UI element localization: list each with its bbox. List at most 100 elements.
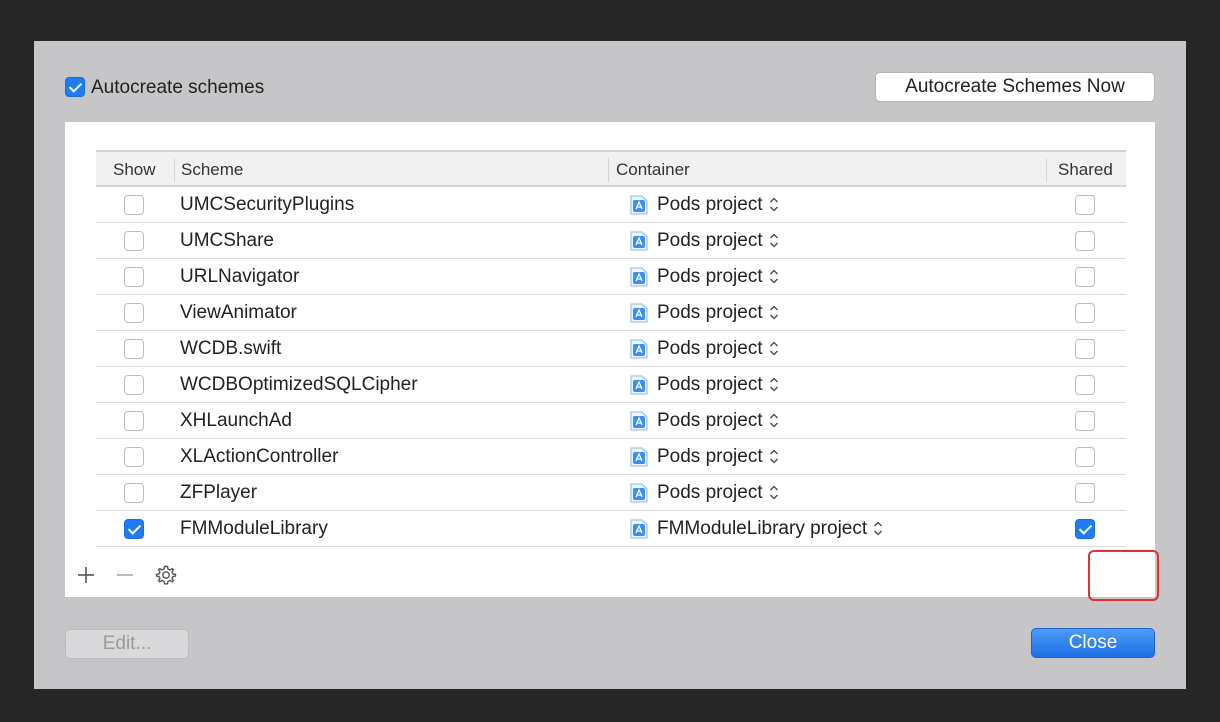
column-header-scheme[interactable]: Scheme (181, 160, 243, 180)
gear-icon[interactable] (155, 564, 177, 586)
container-label: Pods project (657, 410, 763, 431)
shared-checkbox[interactable] (1075, 483, 1095, 503)
container-label: Pods project (657, 374, 763, 395)
container-popup[interactable]: Pods project (630, 482, 780, 504)
xcode-project-icon (630, 447, 648, 467)
container-label: Pods project (657, 338, 763, 359)
chevron-up-down-icon (769, 305, 778, 320)
show-checkbox[interactable] (124, 303, 144, 323)
show-checkbox[interactable] (124, 339, 144, 359)
table-row[interactable]: UMCShare Pods project (96, 223, 1126, 259)
column-separator (174, 158, 175, 182)
table-row[interactable]: WCDBOptimizedSQLCipher Pods project (96, 367, 1126, 403)
xcode-project-icon (630, 519, 648, 539)
show-checkbox[interactable] (124, 267, 144, 287)
container-label: Pods project (657, 446, 763, 467)
container-popup[interactable]: Pods project (630, 194, 780, 216)
column-header-container[interactable]: Container (616, 160, 690, 180)
autocreate-schemes-now-button[interactable]: Autocreate Schemes Now (875, 72, 1155, 102)
container-label: Pods project (657, 194, 763, 215)
chevron-up-down-icon (874, 521, 883, 536)
edit-button[interactable]: Edit... (65, 629, 189, 659)
scheme-name: WCDBOptimizedSQLCipher (180, 374, 418, 395)
show-checkbox[interactable] (124, 411, 144, 431)
scheme-name: ViewAnimator (180, 302, 297, 323)
container-popup[interactable]: Pods project (630, 410, 780, 432)
chevron-up-down-icon (769, 377, 778, 392)
show-checkbox[interactable] (124, 231, 144, 251)
show-checkbox[interactable] (124, 447, 144, 467)
container-popup[interactable]: Pods project (630, 338, 780, 360)
container-popup[interactable]: Pods project (630, 446, 780, 468)
column-separator (1046, 158, 1047, 182)
scheme-name: XHLaunchAd (180, 410, 292, 431)
container-popup[interactable]: Pods project (630, 230, 780, 252)
show-checkbox[interactable] (124, 195, 144, 215)
container-label: Pods project (657, 302, 763, 323)
scheme-name: URLNavigator (180, 266, 300, 287)
shared-checkbox[interactable] (1075, 375, 1095, 395)
column-header-shared[interactable]: Shared (1058, 160, 1113, 180)
container-label: Pods project (657, 482, 763, 503)
xcode-project-icon (630, 231, 648, 251)
chevron-up-down-icon (769, 233, 778, 248)
chevron-up-down-icon (769, 197, 778, 212)
shared-checkbox[interactable] (1075, 267, 1095, 287)
show-checkbox[interactable] (124, 483, 144, 503)
shared-checkbox[interactable] (1075, 519, 1095, 539)
xcode-project-icon (630, 339, 648, 359)
column-separator (608, 158, 609, 182)
column-header-show[interactable]: Show (113, 160, 156, 180)
schemes-table: Show Scheme Container Shared UMCSecurity… (96, 150, 1126, 550)
container-label: Pods project (657, 266, 763, 287)
table-row[interactable]: XHLaunchAd Pods project (96, 403, 1126, 439)
container-label: FMModuleLibrary project (657, 518, 868, 539)
xcode-project-icon (630, 411, 648, 431)
table-row[interactable]: WCDB.swift Pods project (96, 331, 1126, 367)
chevron-up-down-icon (769, 449, 778, 464)
container-popup[interactable]: FMModuleLibrary project (630, 518, 884, 540)
chevron-up-down-icon (769, 269, 778, 284)
table-row[interactable]: URLNavigator Pods project (96, 259, 1126, 295)
shared-checkbox[interactable] (1075, 447, 1095, 467)
shared-checkbox[interactable] (1075, 303, 1095, 323)
xcode-project-icon (630, 375, 648, 395)
table-row[interactable]: UMCSecurityPlugins Pods project (96, 187, 1126, 223)
show-checkbox[interactable] (124, 375, 144, 395)
shared-checkbox[interactable] (1075, 411, 1095, 431)
xcode-project-icon (630, 267, 648, 287)
shared-checkbox[interactable] (1075, 195, 1095, 215)
highlight-annotation (1088, 550, 1159, 601)
chevron-up-down-icon (769, 485, 778, 500)
container-popup[interactable]: Pods project (630, 302, 780, 324)
scheme-name: FMModuleLibrary (180, 518, 328, 539)
autocreate-checkbox[interactable] (65, 77, 85, 97)
scheme-name: UMCShare (180, 230, 274, 251)
manage-schemes-sheet: Autocreate schemes Autocreate Schemes No… (34, 41, 1186, 689)
autocreate-label: Autocreate schemes (91, 77, 265, 98)
show-checkbox[interactable] (124, 519, 144, 539)
chevron-up-down-icon (769, 341, 778, 356)
shared-checkbox[interactable] (1075, 231, 1095, 251)
scheme-name: ZFPlayer (180, 482, 258, 503)
container-label: Pods project (657, 230, 763, 251)
add-icon[interactable] (77, 566, 95, 584)
scheme-name: UMCSecurityPlugins (180, 194, 355, 215)
container-popup[interactable]: Pods project (630, 266, 780, 288)
schemes-panel: Show Scheme Container Shared UMCSecurity… (65, 122, 1155, 597)
table-row[interactable]: ZFPlayer Pods project (96, 475, 1126, 511)
xcode-project-icon (630, 303, 648, 323)
xcode-project-icon (630, 195, 648, 215)
scheme-name: XLActionController (180, 446, 339, 467)
table-row[interactable]: ViewAnimator Pods project (96, 295, 1126, 331)
container-popup[interactable]: Pods project (630, 374, 780, 396)
table-row[interactable]: XLActionController Pods project (96, 439, 1126, 475)
chevron-up-down-icon (769, 413, 778, 428)
table-row[interactable]: FMModuleLibrary FMModuleLibrary project (96, 511, 1126, 547)
table-header: Show Scheme Container Shared (96, 150, 1126, 187)
shared-checkbox[interactable] (1075, 339, 1095, 359)
remove-icon[interactable] (116, 566, 134, 584)
xcode-project-icon (630, 483, 648, 503)
scheme-name: WCDB.swift (180, 338, 282, 359)
close-button[interactable]: Close (1031, 628, 1155, 658)
